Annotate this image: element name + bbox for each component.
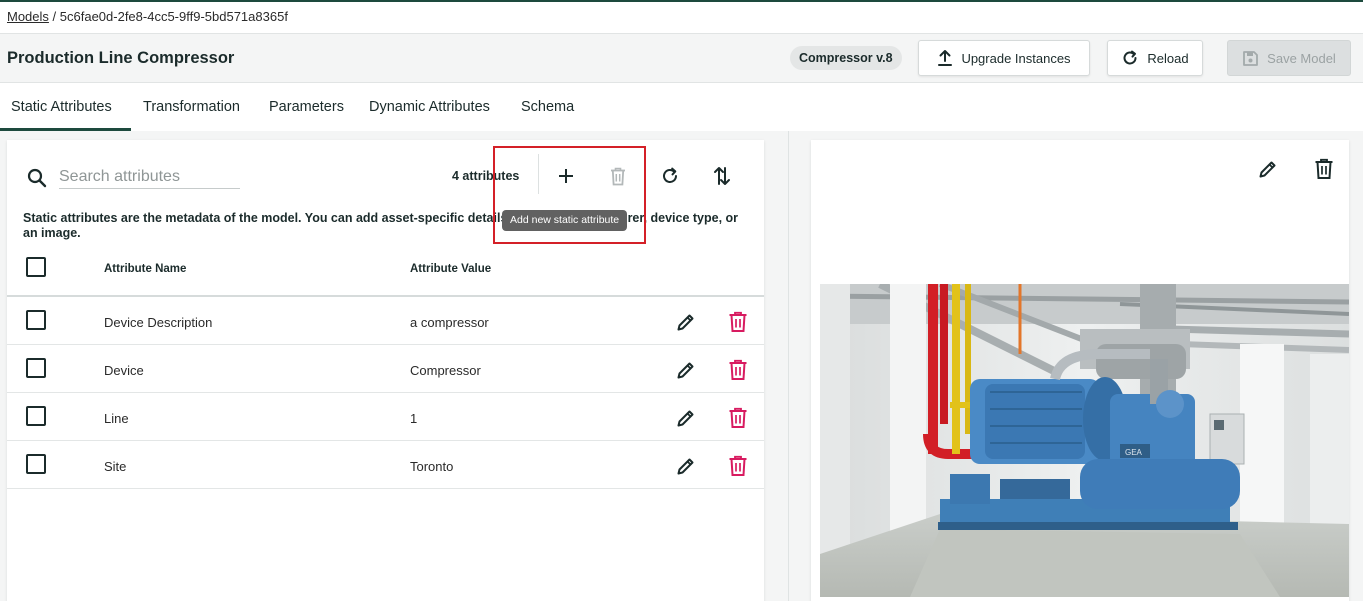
breadcrumb-current: 5c6fae0d-2fe8-4cc5-9ff9-5bd571a8365f: [59, 9, 288, 24]
trash-icon[interactable]: [728, 311, 748, 333]
select-all-checkbox[interactable]: [26, 257, 46, 277]
tab-transformation[interactable]: Transformation: [143, 99, 240, 115]
search-input[interactable]: [59, 165, 240, 189]
sort-button[interactable]: [708, 162, 736, 190]
pencil-icon[interactable]: [675, 455, 697, 477]
row-checkbox[interactable]: [26, 358, 46, 378]
upgrade-instances-button[interactable]: Upgrade Instances: [918, 40, 1090, 76]
pencil-icon[interactable]: [675, 311, 697, 333]
attribute-value-cell: a compressor: [410, 315, 489, 330]
refresh-attributes-button[interactable]: [656, 162, 684, 190]
tab-dynamic-attributes[interactable]: Dynamic Attributes: [369, 99, 490, 115]
pencil-icon[interactable]: [675, 359, 697, 381]
pencil-icon[interactable]: [1257, 158, 1279, 180]
attribute-value-cell: 1: [410, 411, 418, 426]
attribute-name-cell: Device: [104, 363, 144, 378]
table-row: Device Compressor: [7, 345, 764, 393]
compressor-illustration: GEA: [820, 284, 1349, 597]
table-row: Line 1: [7, 393, 764, 441]
save-icon: [1243, 50, 1259, 66]
search-icon: [27, 168, 47, 188]
save-model-label: Save Model: [1267, 50, 1336, 66]
table-row: Device Description a compressor: [7, 297, 764, 345]
attribute-value-cell: Toronto: [410, 459, 454, 474]
trash-icon[interactable]: [1314, 158, 1334, 180]
row-checkbox[interactable]: [26, 406, 46, 426]
top-accent-line: [0, 0, 1363, 2]
attributes-panel: 4 attributes Static attributes are the m…: [0, 131, 788, 601]
tab-schema[interactable]: Schema: [521, 99, 574, 115]
attribute-name-cell: Device Description: [104, 315, 213, 330]
page-header: Production Line Compressor Compressor v.…: [0, 33, 1363, 83]
highlight-box: [493, 146, 646, 244]
reload-label: Reload: [1147, 50, 1189, 66]
save-model-button[interactable]: Save Model: [1227, 40, 1351, 76]
trash-icon[interactable]: [728, 407, 748, 429]
image-panel: GEA: [789, 131, 1363, 601]
tab-bar: Static Attributes Transformation Paramet…: [0, 83, 1363, 131]
column-header-value[interactable]: Attribute Value: [410, 263, 491, 275]
upload-icon: [938, 50, 953, 66]
refresh-icon: [663, 167, 677, 183]
attributes-card: 4 attributes Static attributes are the m…: [7, 140, 764, 601]
pencil-icon[interactable]: [675, 407, 697, 429]
tab-parameters[interactable]: Parameters: [269, 99, 344, 115]
row-checkbox[interactable]: [26, 310, 46, 330]
breadcrumb-models-link[interactable]: Models: [7, 9, 49, 24]
svg-text:GEA: GEA: [1125, 448, 1143, 457]
compressor-photo: GEA: [820, 284, 1349, 597]
tab-static-attributes[interactable]: Static Attributes: [11, 99, 112, 115]
table-row: Site Toronto: [7, 441, 764, 489]
image-card: GEA: [811, 140, 1349, 601]
breadcrumb: Models / 5c6fae0d-2fe8-4cc5-9ff9-5bd571a…: [7, 9, 288, 24]
version-badge: Compressor v.8: [790, 46, 902, 70]
attribute-name-cell: Line: [104, 411, 129, 426]
page-title: Production Line Compressor: [7, 49, 235, 67]
reload-icon: [1123, 50, 1137, 65]
breadcrumb-separator: /: [48, 9, 60, 24]
trash-icon[interactable]: [728, 455, 748, 477]
reload-button[interactable]: Reload: [1107, 40, 1203, 76]
sort-icon: [714, 167, 730, 185]
row-checkbox[interactable]: [26, 454, 46, 474]
attribute-value-cell: Compressor: [410, 363, 481, 378]
attribute-name-cell: Site: [104, 459, 127, 474]
column-header-name[interactable]: Attribute Name: [104, 263, 186, 275]
trash-icon[interactable]: [728, 359, 748, 381]
upgrade-instances-label: Upgrade Instances: [961, 50, 1071, 66]
